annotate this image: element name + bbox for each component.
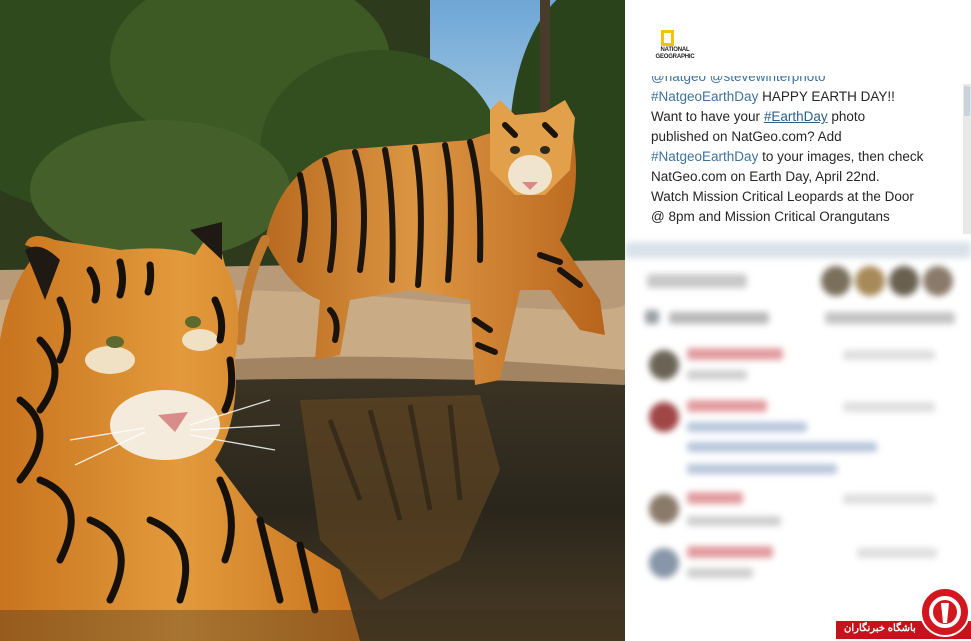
caption-line: Watch Mission Critical Leopards at the D… — [651, 187, 951, 207]
caption-line: #NatgeoEarthDay to your images, then che… — [651, 147, 951, 167]
blurred-text — [647, 274, 747, 288]
caption-text: Watch Mission Critical Leopards at the D… — [651, 189, 914, 204]
avatar — [649, 494, 679, 524]
blurred-text — [687, 370, 747, 380]
logo-wordmark: NATIONAL GEOGRAPHIC — [655, 47, 695, 60]
hashtag-link[interactable]: #EarthDay — [764, 109, 828, 124]
blurred-icon — [645, 310, 659, 324]
blurred-timestamp — [857, 548, 937, 558]
caption-text: published on NatGeo.com? Add — [651, 129, 842, 144]
blurred-username — [687, 348, 783, 360]
blurred-username — [687, 400, 767, 412]
blurred-text — [825, 312, 955, 324]
yellow-frame-icon — [661, 30, 674, 46]
post-photo[interactable] — [0, 0, 625, 641]
post-side-panel: NATIONAL GEOGRAPHIC @natgeo @stevewinter… — [625, 0, 971, 641]
blurred-username — [687, 492, 743, 504]
blurred-timestamp — [843, 402, 935, 412]
blurred-comments-area — [625, 236, 971, 641]
caption-line: @ 8pm and Mission Critical Orangutans — [651, 207, 951, 227]
caption-line: Want to have your #EarthDay photo — [651, 107, 951, 127]
avatar — [923, 266, 953, 296]
blurred-text — [669, 312, 769, 324]
caption-text: Want to have your — [651, 109, 764, 124]
blurred-timestamp — [843, 494, 935, 504]
caption-text: to your images, then check — [758, 149, 924, 164]
natgeo-logo[interactable]: NATIONAL GEOGRAPHIC — [653, 30, 695, 64]
blurred-divider — [625, 242, 971, 258]
avatar — [649, 548, 679, 578]
scrollbar-thumb[interactable] — [964, 86, 970, 116]
blurred-username — [687, 546, 773, 558]
blurred-text — [687, 568, 753, 578]
caption-text: HAPPY EARTH DAY!! — [758, 89, 895, 104]
caption-line: @natgeo @stevewinterphoto — [651, 76, 951, 87]
watermark-badge: باشگاه خبرنگاران — [836, 587, 971, 641]
avatar — [649, 350, 679, 380]
avatar — [821, 266, 851, 296]
caption-text: photo — [827, 109, 866, 124]
blurred-text — [687, 442, 877, 452]
caption-line: published on NatGeo.com? Add — [651, 127, 951, 147]
blurred-text — [687, 464, 837, 474]
caption-scrollbar[interactable] — [963, 84, 971, 234]
hashtag-link[interactable]: @natgeo @stevewinterphoto — [651, 76, 826, 84]
blurred-timestamp — [843, 350, 935, 360]
hashtag-link[interactable]: #NatgeoEarthDay — [651, 89, 758, 104]
avatar — [889, 266, 919, 296]
avatar — [649, 402, 679, 432]
avatar — [855, 266, 885, 296]
watermark-logo-icon — [920, 587, 970, 637]
caption-line: #NatgeoEarthDay HAPPY EARTH DAY!! — [651, 87, 951, 107]
post-caption: @natgeo @stevewinterphoto #NatgeoEarthDay… — [651, 76, 951, 234]
blurred-text — [687, 422, 807, 432]
caption-line: NatGeo.com on Earth Day, April 22nd. — [651, 167, 951, 187]
caption-text: @ 8pm and Mission Critical Orangutans — [651, 209, 890, 224]
hashtag-link[interactable]: #NatgeoEarthDay — [651, 149, 758, 164]
watermark-text: باشگاه خبرنگاران — [844, 623, 916, 634]
caption-text: NatGeo.com on Earth Day, April 22nd. — [651, 169, 880, 184]
blurred-text — [687, 516, 781, 526]
tiger-photo-image — [0, 0, 625, 641]
